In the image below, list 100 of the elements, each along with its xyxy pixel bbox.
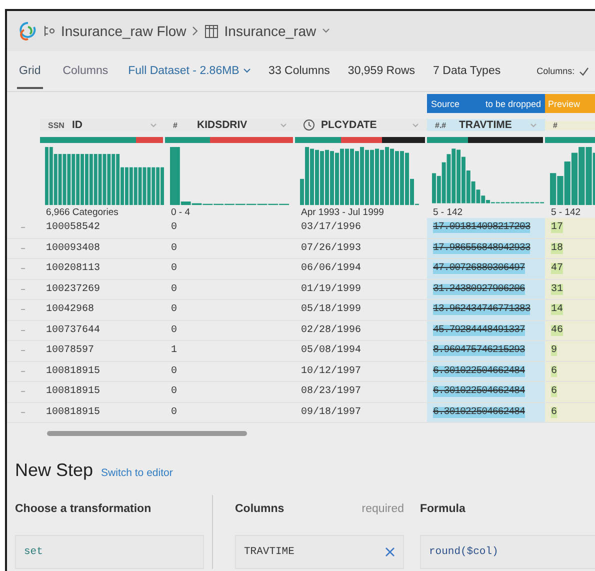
column-name[interactable]: ID <box>72 119 82 131</box>
editor-link[interactable]: Switch to editor <box>101 467 173 479</box>
field-label: Columns <box>235 503 284 517</box>
scrollbar[interactable] <box>47 431 247 436</box>
close-icon[interactable] <box>385 547 395 557</box>
table-cell: 0 <box>171 386 178 398</box>
caret-down-icon[interactable] <box>242 68 251 74</box>
table-cell: 47 <box>551 263 564 274</box>
column-summary: 6,966 Categories <box>46 207 118 218</box>
chevron-right-icon <box>192 26 200 36</box>
caret-down-icon[interactable] <box>280 122 287 128</box>
table-cell: 17.091814098217203 <box>433 222 530 234</box>
row-marker-icon <box>21 330 25 331</box>
table-cell: 31.24380927906206 <box>433 284 525 295</box>
table-cell: 6 <box>551 406 558 418</box>
table-cell: 17.986556848942933 <box>433 242 530 254</box>
row-marker-icon <box>21 248 25 249</box>
dataset-title: Insurance_raw <box>224 23 316 39</box>
table-cell: 06/06/1994 <box>301 263 362 274</box>
dataset-menu[interactable]: Full Dataset - 2.86MB <box>128 65 251 77</box>
type-label: #.# <box>435 120 448 130</box>
view-tab[interactable]: Columns <box>60 53 110 89</box>
clock-icon <box>303 119 315 131</box>
row-marker-icon <box>21 268 25 270</box>
column-name[interactable]: KIDSDRIV <box>197 119 248 131</box>
columns-field[interactable]: TRAVTIME <box>235 535 404 569</box>
row-marker-icon <box>21 350 25 352</box>
table-cell: 13.962434746771383 <box>433 304 530 316</box>
stat-label: 7 Data Types <box>433 65 501 77</box>
row-marker-icon <box>21 370 25 372</box>
row-marker-icon <box>21 288 25 290</box>
logo-icon <box>19 21 37 41</box>
table-cell: 100208113 <box>46 263 100 274</box>
type-label: # <box>553 120 558 130</box>
histogram-drawing <box>550 145 595 205</box>
table-cell: 05/08/1994 <box>301 345 362 356</box>
row-marker-icon <box>21 391 25 392</box>
formula-field[interactable]: round($col) <box>420 535 595 569</box>
table-cell: 07/26/1993 <box>301 242 362 254</box>
table-cell: 100818915 <box>46 386 100 398</box>
table-cell: 0 <box>171 242 178 254</box>
table-cell: 6.301022504662484 <box>433 406 525 418</box>
table-cell: 08/23/1997 <box>301 386 362 398</box>
table-cell: 0 <box>171 366 178 377</box>
view-tab[interactable]: Grid <box>17 53 43 89</box>
table-cell: 100818915 <box>46 406 100 418</box>
table-cell: 100818915 <box>46 366 100 377</box>
table-cell: 18 <box>551 242 564 254</box>
table-cell: 100737644 <box>46 324 100 336</box>
column-name[interactable]: TRAVTIME <box>459 119 512 131</box>
source-banner: Source to be dropped <box>427 94 545 113</box>
table-cell: 100093408 <box>46 242 100 254</box>
table-cell: 31 <box>551 284 564 295</box>
table-cell: 0 <box>171 324 178 336</box>
table-cell: 0 <box>171 304 178 316</box>
table-cell: 8.960475746215293 <box>433 345 525 356</box>
table-cell: 1 <box>171 345 178 356</box>
field-label: Formula <box>420 503 466 517</box>
table-cell: 05/18/1999 <box>301 304 362 316</box>
row-marker-icon <box>21 412 25 413</box>
table-cell: 6 <box>551 366 558 377</box>
required-hint: required <box>362 503 404 517</box>
table-cell: 0 <box>171 284 178 295</box>
table-cell: 09/18/1997 <box>301 406 362 418</box>
column-summary: Apr 1993 - Jul 1999 <box>301 207 384 218</box>
column-summary: 5 - 142 <box>433 207 463 218</box>
transformation-field[interactable]: set <box>15 535 204 569</box>
stat-label: 30,959 Rows <box>348 65 416 77</box>
column-summary: 0 - 4 <box>171 207 190 218</box>
flow-icon <box>43 25 55 37</box>
row-marker-icon <box>21 309 25 310</box>
field-label: Choose a transformation <box>15 503 152 517</box>
preview-banner: Preview <box>545 94 595 113</box>
caret-down-icon[interactable] <box>412 122 419 128</box>
field-value: TRAVTIME <box>244 546 294 558</box>
row-marker-icon <box>21 227 25 228</box>
type-label: # <box>173 120 178 130</box>
table-cell: 100237269 <box>46 284 100 295</box>
table-icon <box>205 24 218 38</box>
table-cell: 6 <box>551 386 558 398</box>
columns-label: Columns: <box>536 66 575 76</box>
table-cell: 0 <box>171 222 178 234</box>
table-cell: 01/19/1999 <box>301 284 362 295</box>
table-cell: 10078597 <box>46 345 94 356</box>
table-cell: 10/12/1997 <box>301 366 362 377</box>
table-cell: 6.301022504662484 <box>433 386 525 398</box>
check-icon[interactable] <box>578 66 589 76</box>
table-cell: 45.79284448491337 <box>433 324 525 336</box>
caret-down-icon[interactable] <box>322 28 330 34</box>
section-title: New Step <box>15 460 94 481</box>
breadcrumb-link[interactable]: Insurance_raw Flow <box>61 23 186 39</box>
table-cell: 0 <box>171 406 178 418</box>
type-label: SSN <box>48 120 66 130</box>
table-cell: 03/17/1996 <box>301 222 362 234</box>
column-name[interactable]: PLCYDATE <box>321 119 377 131</box>
table-cell: 17 <box>551 222 564 234</box>
caret-down-icon[interactable] <box>150 122 157 128</box>
stat-label: 33 Columns <box>268 65 330 77</box>
column-summary: 5 - 142 <box>551 207 581 218</box>
table-cell: 0 <box>171 263 178 274</box>
